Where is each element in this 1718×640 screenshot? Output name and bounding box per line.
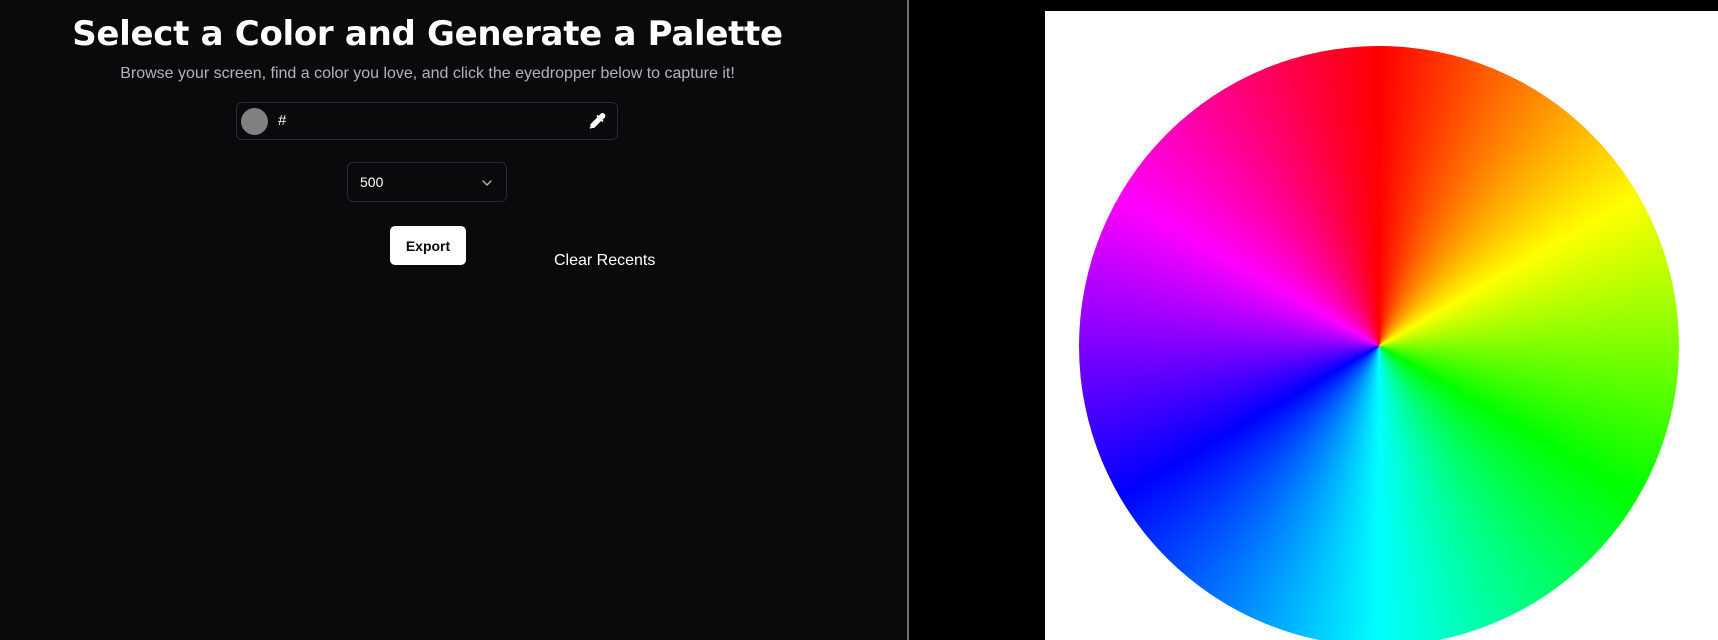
hex-color-input[interactable] <box>291 109 561 133</box>
color-wheel-canvas <box>1045 11 1718 640</box>
eyedropper-icon[interactable] <box>587 111 607 131</box>
shade-select-value: 500 <box>360 174 384 190</box>
clear-recents-button[interactable]: Clear Recents <box>554 252 655 270</box>
export-button[interactable]: Export <box>390 226 466 265</box>
hash-symbol: # <box>278 112 287 129</box>
left-panel: Select a Color and Generate a Palette Br… <box>0 0 907 640</box>
shade-select[interactable]: 500 <box>347 162 507 202</box>
color-input-group: # <box>236 102 618 140</box>
page-subtitle: Browse your screen, find a color you lov… <box>120 65 735 82</box>
page-title: Select a Color and Generate a Palette <box>72 14 783 54</box>
color-swatch <box>241 108 268 135</box>
chevron-down-icon <box>480 176 494 190</box>
color-wheel[interactable] <box>1079 46 1679 640</box>
right-panel <box>909 0 1718 640</box>
app-window: Select a Color and Generate a Palette Br… <box>0 0 1718 640</box>
